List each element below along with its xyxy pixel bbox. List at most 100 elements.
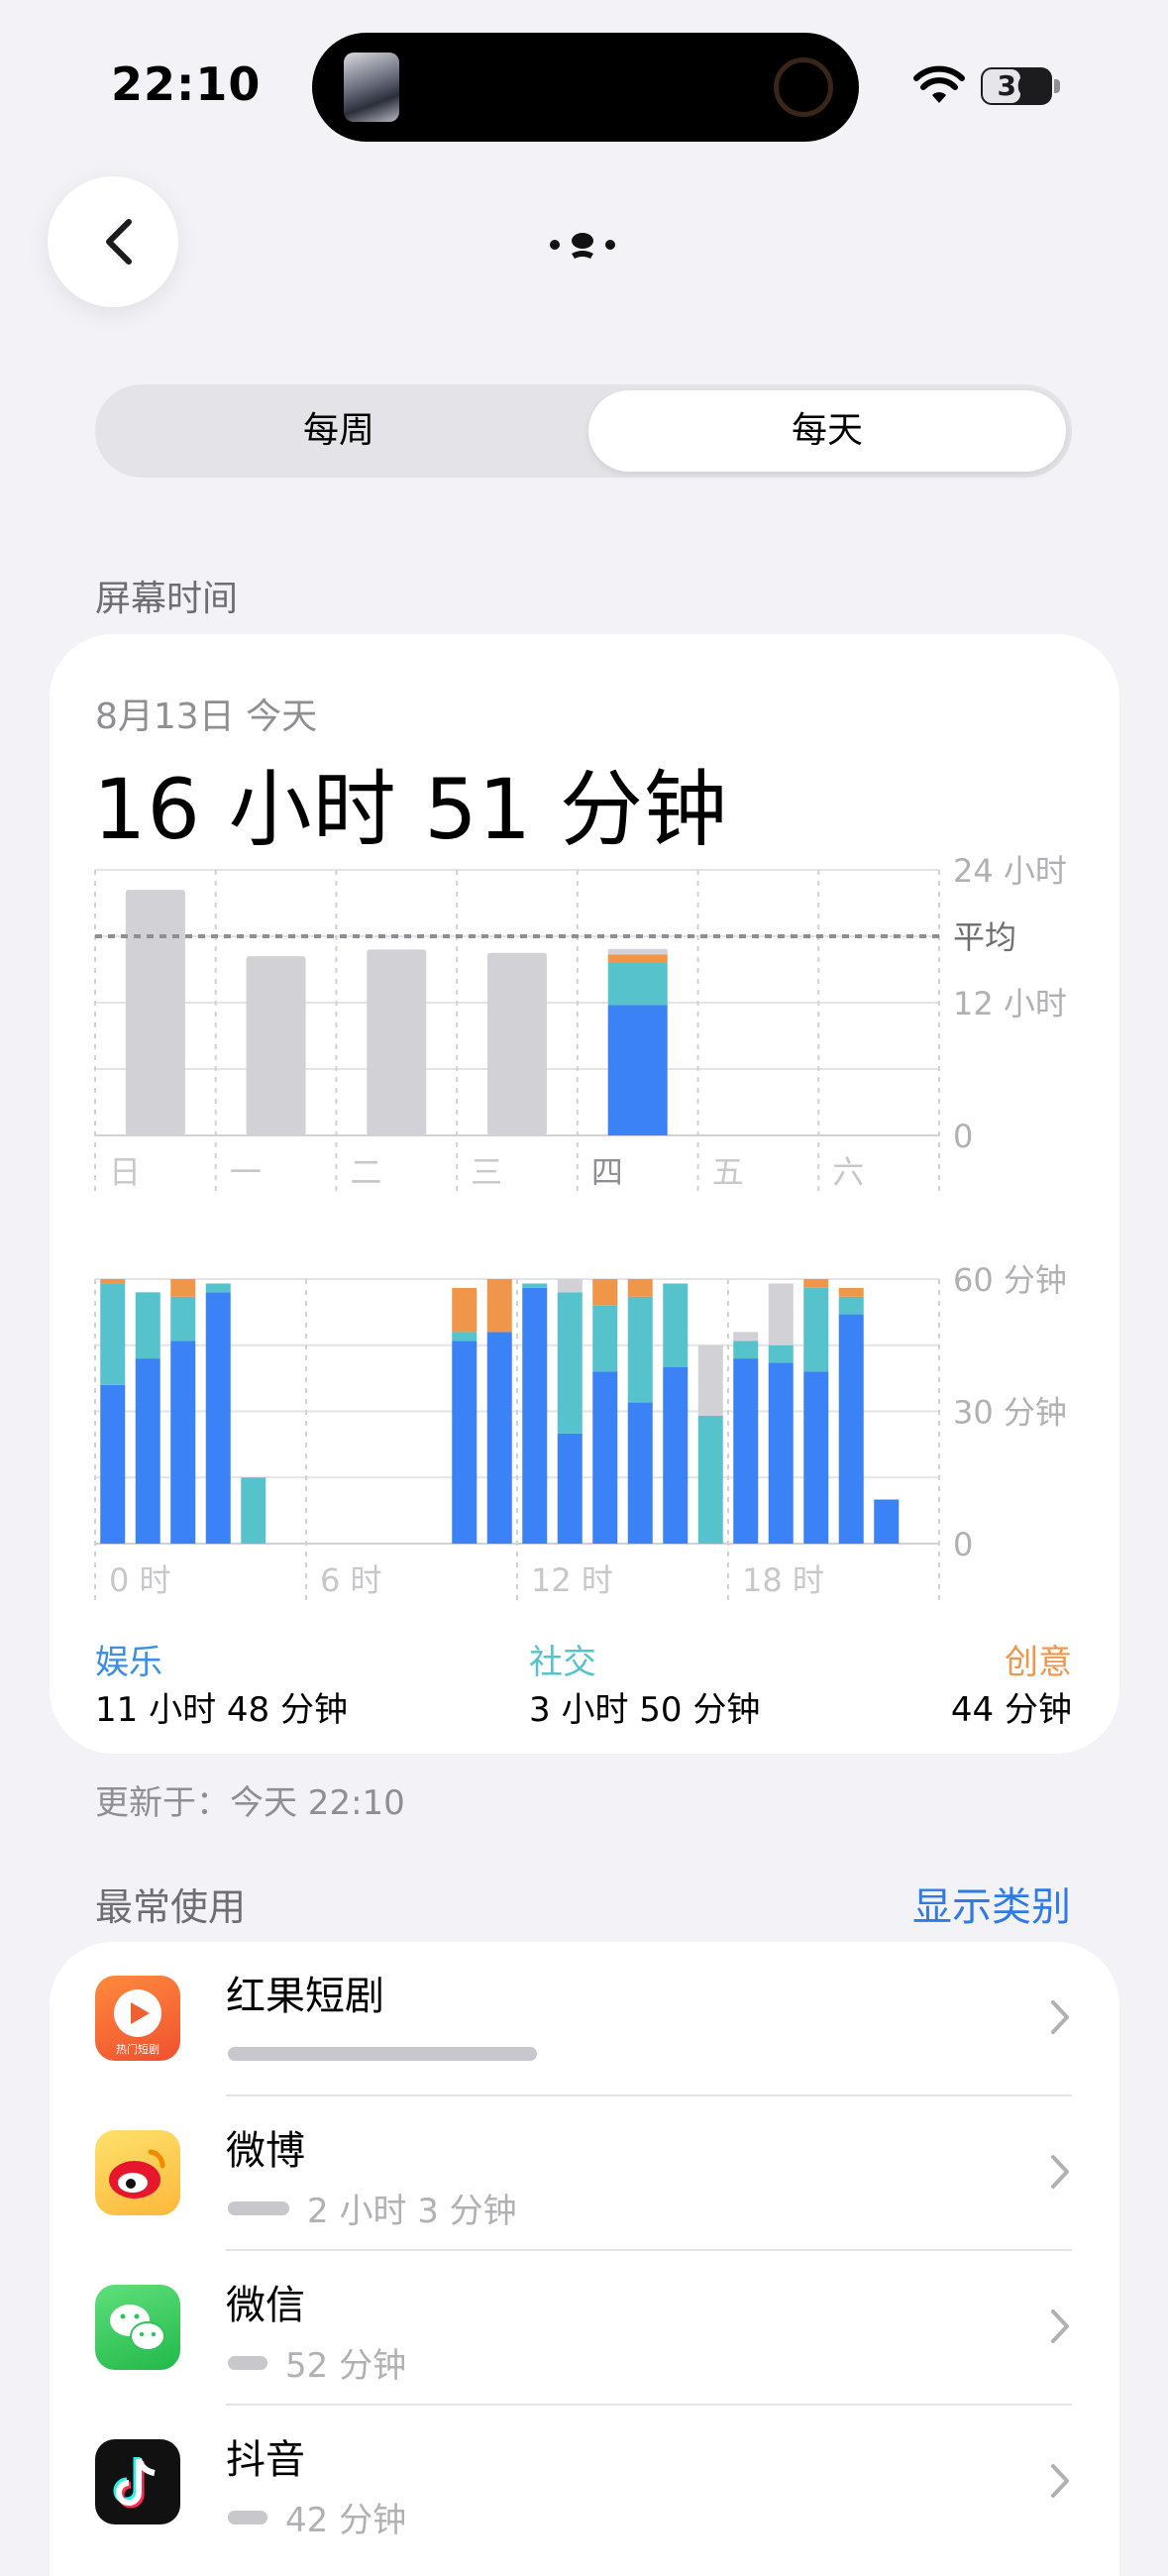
hour-bar-creative [100, 1279, 126, 1284]
day-label: 六 [832, 1153, 864, 1191]
hour-bar-entertainment [452, 1341, 478, 1544]
screen-time-card: 8月13日 今天 16 小时 51 分钟 日一二三四五六 24 小时 12 小时 0 平… [50, 634, 1119, 1754]
y-tick-label: 0 [953, 1118, 973, 1155]
hour-bar-social [803, 1287, 829, 1372]
hour-bar-social [663, 1283, 689, 1367]
hour-bar-creative [803, 1279, 829, 1288]
most-used-app-list: 热门短剧 红果短剧 微博 2 小时 3 分钟 微信 52 分钟 抖音 42 分钟 [50, 1942, 1119, 2576]
average-label: 平均 [953, 918, 1016, 956]
show-categories-button[interactable]: 显示类别 [912, 1875, 1071, 1932]
day-label: 五 [712, 1153, 744, 1191]
chevron-right-icon [1051, 2155, 1069, 2189]
app-duration: 42 分钟 [285, 2501, 407, 2540]
legend-creative-value: 44 分钟 [950, 1690, 1072, 1730]
wifi-icon [913, 65, 965, 103]
hour-bar-creative [838, 1287, 864, 1297]
hour-bar-social [592, 1305, 618, 1372]
app-row-wechat[interactable]: 微信 52 分钟 [50, 2251, 1119, 2406]
y-tick-label: 0 [953, 1526, 973, 1563]
hour-bar-other [697, 1344, 723, 1416]
hour-bar-social [522, 1283, 548, 1288]
app-row-hongguo[interactable]: 热门短剧 红果短剧 [50, 1942, 1119, 2096]
hour-bar-entertainment [135, 1358, 160, 1544]
hour-bar-entertainment [205, 1292, 231, 1544]
day-bar [487, 952, 547, 1135]
hour-bar-entertainment [486, 1332, 512, 1544]
app-duration: 52 分钟 [285, 2346, 407, 2386]
hour-bar-other [557, 1279, 583, 1293]
app-name: 微博 [226, 2128, 305, 2174]
chevron-left-icon [106, 219, 132, 265]
app-name: 抖音 [226, 2437, 305, 2483]
hour-bar-entertainment [170, 1341, 196, 1544]
usage-bar [228, 2356, 267, 2370]
hour-bar-entertainment [627, 1402, 653, 1544]
section-header-screen-time: 屏幕时间 [95, 579, 239, 619]
hour-bar-entertainment [663, 1367, 689, 1544]
weekly-chart[interactable]: 日 一 二 三 四 五 六 24 小时 12 小时 0 平均 [94, 852, 1067, 1195]
chevron-right-icon [1051, 2309, 1069, 2343]
hour-label: 0 时 [109, 1561, 171, 1599]
app-duration: 2 小时 3 分钟 [307, 2192, 517, 2231]
segment-weekly[interactable]: 每周 [101, 390, 577, 472]
period-segmented-control[interactable]: 每周 每天 [95, 384, 1072, 478]
hour-bar-other [733, 1332, 759, 1342]
legend-social-label: 社交 [529, 1643, 596, 1682]
hour-bar-creative [592, 1279, 618, 1306]
chevron-right-icon [1051, 2000, 1069, 2034]
day-label: 四 [591, 1153, 623, 1191]
y-tick-label: 30 分钟 [953, 1394, 1067, 1432]
hour-bar-entertainment [557, 1433, 583, 1544]
hour-bar-other [768, 1283, 794, 1345]
hour-bar-social [100, 1283, 126, 1385]
hour-bar-entertainment [100, 1384, 126, 1544]
now-playing-thumbnail[interactable] [344, 53, 399, 122]
usage-bar [228, 2511, 267, 2524]
today-bar-other [607, 948, 668, 955]
segment-daily[interactable]: 每天 [588, 390, 1066, 472]
app-row-douyin[interactable]: 抖音 42 分钟 [50, 2406, 1119, 2560]
hour-bar-social [733, 1341, 759, 1359]
battery-icon: 36 [981, 67, 1052, 105]
day-bar [125, 890, 185, 1135]
app-name: 微信 [226, 2283, 305, 2328]
hour-bar-social [452, 1332, 478, 1342]
usage-bar [228, 2201, 289, 2215]
hour-bar-creative [627, 1279, 653, 1297]
profile-avatar-icon[interactable] [547, 228, 618, 264]
hour-bar-entertainment [768, 1362, 794, 1544]
updated-timestamp: 更新于：今天 22:10 [95, 1783, 405, 1823]
hour-bar-social [557, 1292, 583, 1434]
hour-bar-social [768, 1344, 794, 1363]
today-bar-creative [607, 954, 668, 963]
app-row-weibo[interactable]: 微博 2 小时 3 分钟 [50, 2096, 1119, 2251]
hongguo-icon: 热门短剧 [95, 1976, 180, 2061]
legend-entertainment-value: 11 小时 48 分钟 [95, 1690, 348, 1730]
weibo-icon [95, 2130, 180, 2215]
battery-tip [1054, 79, 1060, 93]
back-button[interactable] [48, 176, 178, 307]
hour-bar-entertainment [733, 1358, 759, 1544]
day-bar [246, 956, 306, 1135]
douyin-icon [95, 2439, 180, 2524]
hour-bar-social [697, 1415, 723, 1544]
section-header-most-used: 最常使用 [95, 1885, 247, 1929]
today-bar-social [607, 962, 668, 1006]
day-label: 日 [109, 1153, 141, 1191]
hourly-chart[interactable]: 0 时 6 时 12 时 18 时 60 分钟 30 分钟 0 [94, 1261, 1067, 1603]
hour-bar-social [838, 1296, 864, 1315]
dynamic-island[interactable] [312, 33, 859, 142]
day-label: 一 [230, 1153, 262, 1191]
y-tick-label: 24 小时 [953, 852, 1067, 890]
hongguo-icon-text: 热门短剧 [116, 2043, 159, 2056]
hour-bar-creative [170, 1279, 196, 1297]
hour-bar-social [170, 1296, 196, 1342]
hour-bar-entertainment [803, 1371, 829, 1544]
legend-creative-label: 创意 [1005, 1643, 1072, 1682]
today-bar-entertainment [607, 1005, 668, 1135]
chevron-right-icon [1051, 2464, 1069, 2498]
hour-bar-creative [452, 1287, 478, 1333]
hour-bar-entertainment [592, 1371, 618, 1544]
hour-bar-social [135, 1292, 160, 1359]
day-label: 三 [471, 1153, 502, 1191]
